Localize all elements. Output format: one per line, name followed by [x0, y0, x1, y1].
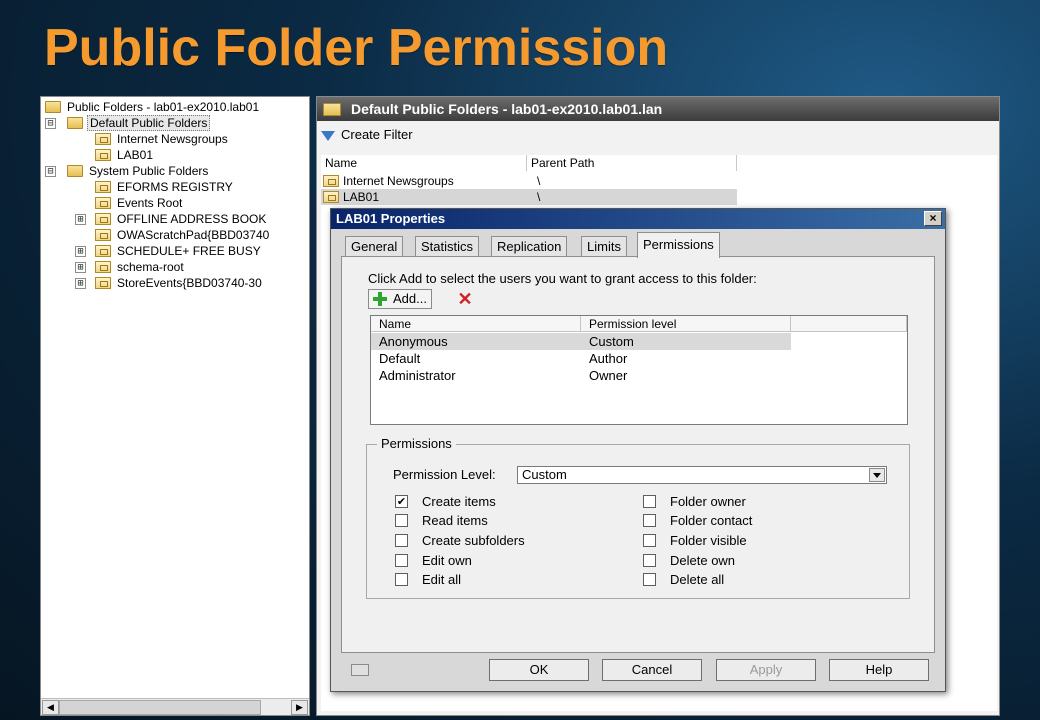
- checkbox[interactable]: [643, 514, 656, 527]
- public-folder-icon: [95, 229, 111, 241]
- tree-item-owascratchpad[interactable]: OWAScratchPad{BBD03740: [95, 227, 271, 243]
- checkbox[interactable]: [395, 534, 408, 547]
- tree-item-eforms-registry[interactable]: EFORMS REGISTRY: [95, 179, 235, 195]
- list-header: Default Public Folders - lab01-ex2010.la…: [317, 97, 999, 121]
- tab-replication[interactable]: Replication: [491, 236, 568, 256]
- expand-expander[interactable]: ⊞: [75, 214, 86, 225]
- public-folder-icon: [95, 181, 111, 193]
- close-icon[interactable]: ×: [924, 211, 942, 226]
- tree-item-default-public-folders[interactable]: ⊟ Default Public Folders: [45, 115, 211, 131]
- checkbox[interactable]: [395, 554, 408, 567]
- checkbox[interactable]: ✔: [395, 495, 408, 508]
- column-header-name[interactable]: Name: [371, 316, 581, 332]
- folder-icon: [67, 117, 83, 129]
- tree-item-offline-address-book[interactable]: ⊞ OFFLINE ADDRESS BOOK: [75, 211, 268, 227]
- public-folder-icon: [323, 175, 339, 187]
- list-toolbar: Create Filter: [317, 123, 999, 147]
- public-folder-icon: [95, 261, 111, 273]
- ok-button[interactable]: OK: [489, 659, 589, 681]
- scroll-left-icon[interactable]: ◀: [42, 700, 59, 715]
- tree-item-system-public-folders[interactable]: ⊟ System Public Folders: [45, 163, 210, 179]
- scrollbar-thumb[interactable]: [59, 700, 261, 715]
- checkbox[interactable]: [643, 573, 656, 586]
- apply-button[interactable]: Apply: [716, 659, 816, 681]
- properties-dialog: LAB01 Properties × General Statistics Re…: [330, 208, 946, 692]
- expand-expander[interactable]: ⊞: [75, 246, 86, 257]
- tree-root[interactable]: Public Folders - lab01-ex2010.lab01: [45, 99, 261, 115]
- folder-icon: [323, 103, 341, 116]
- tree-item-schedule-free-busy[interactable]: ⊞ SCHEDULE+ FREE BUSY: [75, 243, 263, 259]
- list-column-headers: Name Parent Path: [321, 155, 997, 172]
- tree-item-storeevents[interactable]: ⊞ StoreEvents{BBD03740-30: [75, 275, 264, 291]
- tree-item-schema-root[interactable]: ⊞ schema-root: [75, 259, 186, 275]
- add-icon: [373, 292, 387, 306]
- permissions-pane: Click Add to select the users you want t…: [341, 256, 935, 653]
- help-button[interactable]: Help: [829, 659, 929, 681]
- tab-statistics[interactable]: Statistics: [415, 236, 480, 256]
- expand-expander[interactable]: ⊞: [75, 262, 86, 273]
- checkbox[interactable]: [643, 554, 656, 567]
- expand-expander[interactable]: ⊞: [75, 278, 86, 289]
- folder-icon: [67, 165, 83, 177]
- public-folder-icon: [95, 277, 111, 289]
- folder-tree-panel: Public Folders - lab01-ex2010.lab01 ⊟ De…: [40, 96, 310, 716]
- chevron-down-icon[interactable]: [869, 468, 885, 482]
- slide-title: Public Folder Permission: [44, 19, 669, 77]
- tree-item-lab01[interactable]: LAB01: [95, 147, 155, 163]
- checkbox[interactable]: [643, 534, 656, 547]
- dialog-footer-icon: [351, 664, 369, 676]
- column-header-name[interactable]: Name: [321, 155, 527, 171]
- public-folder-icon: [323, 191, 339, 203]
- dialog-titlebar[interactable]: LAB01 Properties ×: [331, 209, 945, 229]
- horizontal-scrollbar[interactable]: ◀ ▶: [41, 698, 309, 715]
- collapse-expander[interactable]: ⊟: [45, 118, 56, 129]
- list-item[interactable]: LAB01 \: [321, 189, 737, 205]
- public-folder-icon: [95, 197, 111, 209]
- permission-list: Name Permission level Anonymous Custom D…: [370, 315, 908, 425]
- tab-general[interactable]: General: [345, 236, 404, 256]
- column-header-parent-path[interactable]: Parent Path: [527, 155, 737, 171]
- checkbox[interactable]: [395, 573, 408, 586]
- remove-icon[interactable]: ✕: [456, 290, 474, 308]
- column-header-permission-level[interactable]: Permission level: [581, 316, 791, 332]
- create-filter-button[interactable]: Create Filter: [321, 127, 413, 142]
- tree-item-events-root[interactable]: Events Root: [95, 195, 184, 211]
- checkbox[interactable]: [643, 495, 656, 508]
- list-item[interactable]: Administrator Owner: [371, 367, 791, 384]
- tab-limits[interactable]: Limits: [581, 236, 627, 256]
- permission-level-label: Permission Level:: [393, 467, 496, 482]
- group-label: Permissions: [377, 436, 456, 451]
- add-button[interactable]: Add...: [368, 289, 432, 309]
- scroll-right-icon[interactable]: ▶: [291, 700, 308, 715]
- public-folder-icon: [95, 133, 111, 145]
- tab-permissions[interactable]: Permissions: [637, 232, 720, 258]
- public-folder-icon: [95, 213, 111, 225]
- filter-icon: [321, 130, 335, 141]
- list-item[interactable]: Default Author: [371, 350, 791, 367]
- list-item[interactable]: Internet Newsgroups \: [321, 173, 737, 189]
- instruction-text: Click Add to select the users you want t…: [368, 271, 757, 286]
- column-header-spacer: [791, 316, 907, 332]
- tree-item-internet-newsgroups[interactable]: Internet Newsgroups: [95, 131, 230, 147]
- permissions-groupbox: Permissions Permission Level: Custom ✔ C…: [366, 436, 910, 599]
- checkbox[interactable]: [395, 514, 408, 527]
- permission-level-select[interactable]: Custom: [517, 466, 887, 484]
- cancel-button[interactable]: Cancel: [602, 659, 702, 681]
- public-folder-icon: [95, 149, 111, 161]
- folder-icon: [45, 101, 61, 113]
- collapse-expander[interactable]: ⊟: [45, 166, 56, 177]
- public-folder-icon: [95, 245, 111, 257]
- list-item[interactable]: Anonymous Custom: [371, 333, 791, 350]
